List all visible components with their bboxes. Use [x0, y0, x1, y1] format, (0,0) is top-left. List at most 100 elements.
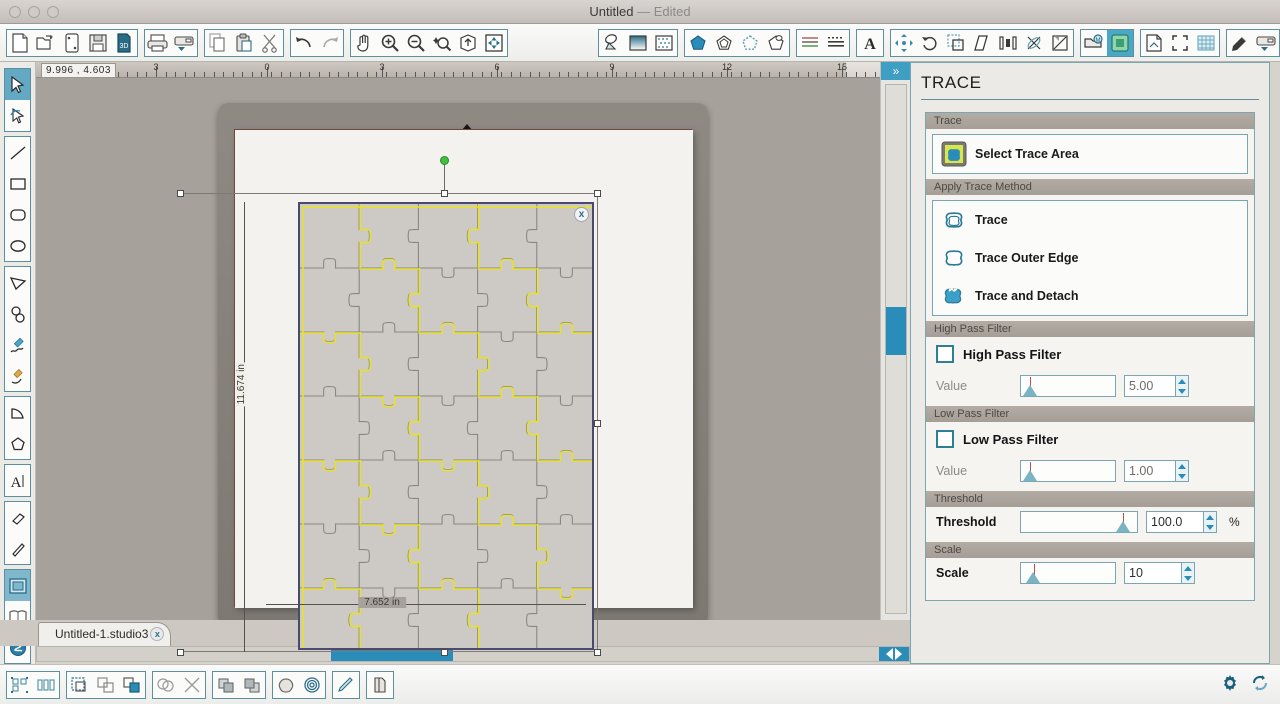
zoom-selection-button[interactable]: [429, 30, 455, 56]
cut-button[interactable]: [257, 30, 283, 56]
scale-value-field[interactable]: [1124, 562, 1195, 584]
mirror-button[interactable]: [1047, 30, 1073, 56]
scale-value-input[interactable]: [1124, 562, 1182, 584]
polygon-tool[interactable]: [5, 267, 30, 298]
threshold-spin-up-icon[interactable]: [1204, 512, 1216, 522]
high-pass-filter-checkbox[interactable]: [936, 345, 954, 363]
select-trace-area-button[interactable]: Select Trace Area: [933, 135, 1247, 173]
print-button[interactable]: [145, 30, 171, 56]
arc-tool[interactable]: [5, 397, 30, 428]
document-tab[interactable]: Untitled-1.studio3 x: [38, 622, 172, 646]
eraser-tool[interactable]: [5, 502, 30, 533]
canvas-vertical-scrollbar[interactable]: »: [880, 62, 911, 658]
scale-button[interactable]: [943, 30, 969, 56]
low-pass-spinner[interactable]: [1176, 460, 1189, 482]
pan-tool-button[interactable]: [351, 30, 377, 56]
hscroll-right-arrow-icon[interactable]: [895, 648, 902, 660]
curve-tool[interactable]: [5, 298, 30, 329]
weld-button[interactable]: [153, 672, 179, 698]
shear-button[interactable]: [969, 30, 995, 56]
page-setup-button[interactable]: [1141, 30, 1167, 56]
scale-slider[interactable]: [1020, 562, 1116, 584]
copy-button[interactable]: [205, 30, 231, 56]
handle-top-left[interactable]: [177, 190, 184, 197]
high-pass-value-input[interactable]: [1124, 375, 1176, 397]
smooth-freehand-tool[interactable]: [5, 360, 30, 391]
threshold-value-input[interactable]: [1146, 511, 1204, 533]
threshold-value-field[interactable]: [1146, 511, 1217, 533]
design-canvas[interactable]: 3 0 3 6 9 12 15 9.996 , 4.603 x 11.674 i…: [36, 62, 910, 658]
hscroll-arrows[interactable]: [879, 647, 909, 661]
threshold-spinner[interactable]: [1204, 511, 1217, 533]
fit-to-page-button[interactable]: [455, 30, 481, 56]
cut-settings-button[interactable]: [1227, 30, 1253, 56]
offset-shape-button[interactable]: [711, 30, 737, 56]
handle-bottom-center[interactable]: [441, 649, 448, 656]
low-pass-filter-checkbox[interactable]: [936, 430, 954, 448]
open-document-button[interactable]: [33, 30, 59, 56]
trace-method-detach-button[interactable]: Trace and Detach: [933, 277, 1247, 315]
compound-path-button[interactable]: [119, 672, 145, 698]
undo-button[interactable]: [291, 30, 317, 56]
scale-spinner[interactable]: [1182, 562, 1195, 584]
outline-shape-button[interactable]: [737, 30, 763, 56]
scale-spin-up-icon[interactable]: [1182, 563, 1194, 573]
handle-top-right[interactable]: [594, 190, 601, 197]
gradient-fill-button[interactable]: [625, 30, 651, 56]
expand-panel-button[interactable]: »: [881, 62, 911, 80]
rectangle-tool[interactable]: [5, 168, 30, 199]
high-pass-spinner[interactable]: [1176, 375, 1189, 397]
low-pass-filter-row[interactable]: Low Pass Filter: [926, 422, 1254, 456]
vscroll-thumb[interactable]: [886, 307, 906, 355]
registration-marks-button[interactable]: [1167, 30, 1193, 56]
high-pass-slider[interactable]: [1020, 375, 1116, 397]
select-tool[interactable]: [5, 69, 30, 100]
horizontal-ruler[interactable]: 3 0 3 6 9 12 15: [36, 62, 910, 78]
edit-points-tool[interactable]: [5, 100, 30, 131]
text-tool[interactable]: A: [5, 465, 30, 496]
handle-middle-right[interactable]: [594, 420, 601, 427]
replicate-button[interactable]: [1021, 30, 1047, 56]
zoom-out-button[interactable]: [403, 30, 429, 56]
release-compound-button[interactable]: [179, 672, 205, 698]
rotate-button[interactable]: [917, 30, 943, 56]
send-panel-button[interactable]: [1253, 30, 1279, 56]
bring-to-front-button[interactable]: [213, 672, 239, 698]
send-to-cutter-button[interactable]: [171, 30, 197, 56]
redo-button[interactable]: [317, 30, 343, 56]
grid-button[interactable]: [1193, 30, 1219, 56]
low-pass-value-field[interactable]: [1124, 460, 1189, 482]
low-pass-slider[interactable]: [1020, 460, 1116, 482]
distribute-objects-button[interactable]: [33, 672, 59, 698]
vscroll-track[interactable]: [885, 84, 907, 614]
ungroup-button[interactable]: [93, 672, 119, 698]
send-to-back-button[interactable]: [239, 672, 265, 698]
low-pass-value-input[interactable]: [1124, 460, 1176, 482]
design-panel-tool[interactable]: [5, 570, 30, 601]
internal-offset-button[interactable]: [299, 672, 325, 698]
sync-button[interactable]: [1250, 673, 1270, 693]
high-pass-spin-down-icon[interactable]: [1176, 386, 1188, 396]
threshold-slider[interactable]: [1020, 511, 1138, 533]
align-button[interactable]: [995, 30, 1021, 56]
handle-top-center[interactable]: [441, 190, 448, 197]
line-color-button[interactable]: [797, 30, 823, 56]
high-pass-value-field[interactable]: [1124, 375, 1189, 397]
traced-image-selection[interactable]: x: [298, 202, 594, 650]
sketch-pen-button[interactable]: [333, 672, 359, 698]
line-tool[interactable]: [5, 137, 30, 168]
regular-polygon-tool[interactable]: [5, 428, 30, 459]
knife-tool[interactable]: [5, 533, 30, 564]
fit-to-window-button[interactable]: [481, 30, 507, 56]
paste-button[interactable]: [231, 30, 257, 56]
handle-bottom-left[interactable]: [177, 649, 184, 656]
line-style-button[interactable]: [823, 30, 849, 56]
low-pass-spin-down-icon[interactable]: [1176, 471, 1188, 481]
high-pass-filter-row[interactable]: High Pass Filter: [926, 337, 1254, 371]
hscroll-left-arrow-icon[interactable]: [886, 648, 893, 660]
save-as-button[interactable]: [59, 30, 85, 56]
rotation-handle[interactable]: [440, 156, 449, 165]
new-document-button[interactable]: [7, 30, 33, 56]
handle-bottom-right[interactable]: [594, 649, 601, 656]
sd-card-button[interactable]: 3D: [111, 30, 137, 56]
